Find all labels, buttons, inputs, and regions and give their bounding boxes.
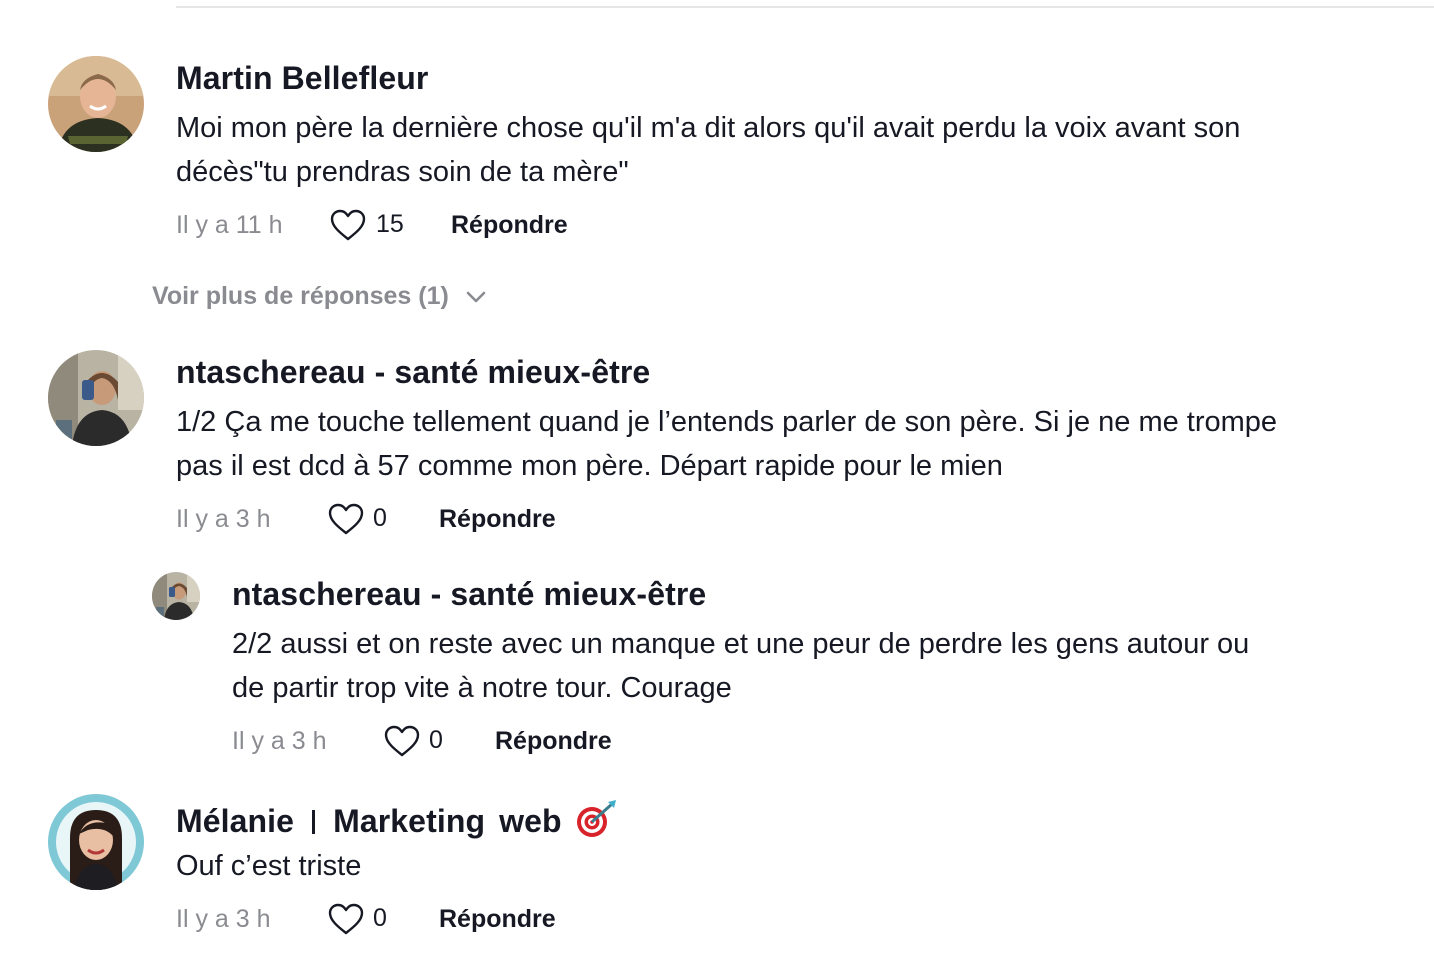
heart-icon[interactable]: [329, 208, 367, 242]
like-count: 0: [373, 504, 387, 532]
view-more-replies-button[interactable]: Voir plus de réponses (1): [152, 282, 487, 311]
comment-text-line: pas il est dcd à 57 comme mon père. Dépa…: [176, 450, 1003, 482]
comment-text-line: Ouf c’est triste: [176, 850, 362, 882]
divider: [312, 810, 316, 834]
heart-icon[interactable]: [327, 502, 365, 536]
author-name-part: Mélanie: [176, 803, 295, 839]
comment-text-line: décès"tu prendras soin de ta mère": [176, 156, 629, 188]
top-divider: [176, 6, 1434, 8]
comment-text-line: 1/2 Ça me touche tellement quand je l’en…: [176, 406, 1278, 438]
direct-hit-target-emoji-icon: [576, 800, 616, 837]
avatar[interactable]: [152, 572, 200, 620]
comment-time: Il y a 3 h: [176, 905, 271, 933]
comment-time: Il y a 3 h: [232, 727, 327, 755]
comment-author[interactable]: Mélanie Marketing web: [176, 798, 620, 840]
comment-text-line: Moi mon père la dernière chose qu'il m'a…: [176, 112, 1241, 144]
comment-author[interactable]: ntaschereau - santé mieux-être: [176, 354, 650, 391]
avatar[interactable]: [48, 56, 144, 152]
heart-icon[interactable]: [327, 902, 365, 936]
chevron-down-icon: [466, 291, 486, 302]
author-name-part: web: [499, 803, 562, 839]
author-name-part: Marketing: [333, 803, 486, 839]
like-count: 15: [376, 210, 404, 238]
reply-button[interactable]: Répondre: [451, 211, 568, 240]
reply-button[interactable]: Répondre: [439, 505, 556, 534]
comment-text-line: 2/2 aussi et on reste avec un manque et …: [232, 628, 1250, 660]
comment-text-line: de partir trop vite à notre tour. Courag…: [232, 672, 732, 704]
comment-time: Il y a 11 h: [176, 211, 283, 239]
reply-button[interactable]: Répondre: [495, 727, 612, 756]
comment-author[interactable]: Martin Bellefleur: [176, 60, 428, 97]
comment-time: Il y a 3 h: [176, 505, 271, 533]
heart-icon[interactable]: [383, 724, 421, 758]
avatar[interactable]: [48, 794, 144, 890]
reply-button[interactable]: Répondre: [439, 905, 556, 934]
like-count: 0: [373, 904, 387, 932]
view-more-replies-label: Voir plus de réponses (1): [152, 282, 449, 310]
like-count: 0: [429, 726, 443, 754]
avatar[interactable]: [48, 350, 144, 446]
comment-author[interactable]: ntaschereau - santé mieux-être: [232, 576, 706, 613]
